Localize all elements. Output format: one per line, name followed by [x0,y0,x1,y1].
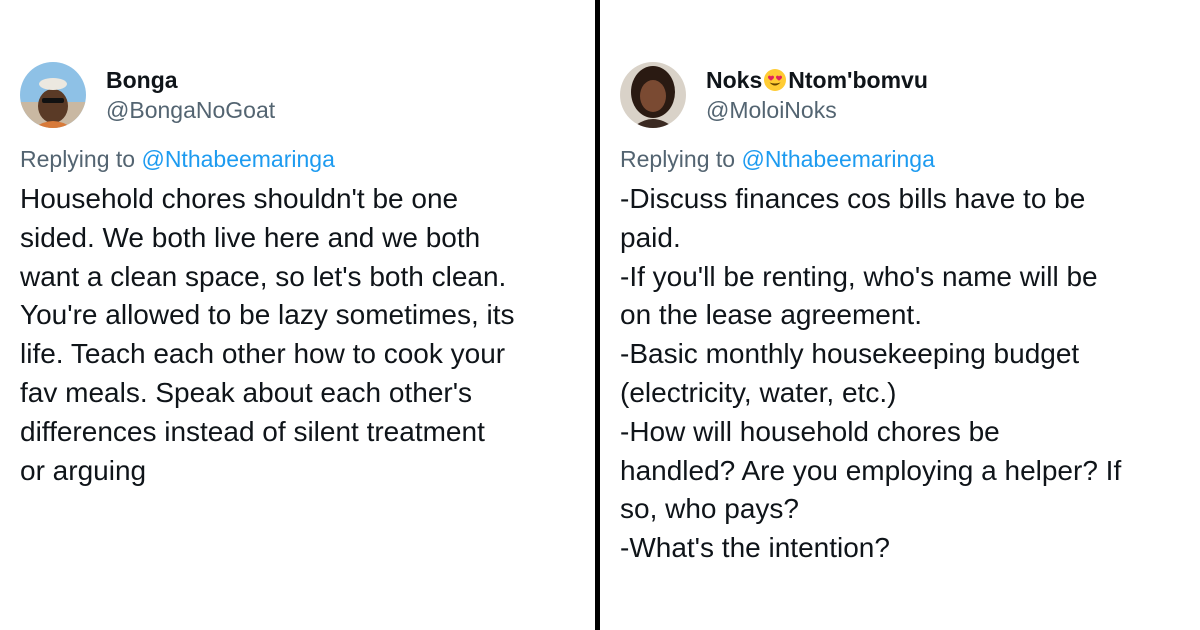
display-name[interactable]: Bonga [106,66,275,94]
tweet-text-line: (electricity, water, etc.) [620,376,897,408]
tweet-text-line: on the lease agreement. [620,299,922,331]
tweet-text-line: sided. We both live here and we both [20,221,481,253]
author-names: Noks Ntom'bomvu @MoloiNoks [706,66,928,124]
avatar[interactable] [620,62,686,128]
display-name-part: Ntom'bomvu [788,67,928,93]
user-handle[interactable]: @MoloiNoks [706,96,928,124]
tweet-text: -Discuss finances cos bills have to be p… [620,180,1185,568]
tweet-text-line: -If you'll be renting, who's name will b… [620,260,1098,292]
tweet-text-line: handled? Are you employing a helper? If [620,454,1122,486]
tweet-card-noks: Noks Ntom'bomvu @MoloiNoks Replying to @… [600,0,1200,630]
tweet-text-line: paid. [620,221,681,253]
display-name[interactable]: Noks Ntom'bomvu [706,66,928,94]
tweet-header: Noks Ntom'bomvu @MoloiNoks [620,62,1200,128]
display-name-part: Noks [706,67,763,93]
reply-mention-link[interactable]: @Nthabeemaringa [141,146,334,172]
replying-to: Replying to @Nthabeemaringa [20,144,596,174]
tweet-text-line: -Discuss finances cos bills have to be [620,183,1086,214]
avatar[interactable] [20,62,86,128]
tweet-text-line: so, who pays? [620,493,799,525]
tweet-text-line: -Basic monthly housekeeping budget [620,338,1080,370]
author-names: Bonga @BongaNoGoat [106,66,275,124]
replying-to: Replying to @Nthabeemaringa [620,144,1200,174]
avatar-image [20,62,86,128]
heart-eyes-emoji-icon [764,69,787,91]
tweet-text-line: life. Teach each other how to cook your [20,338,506,370]
user-handle[interactable]: @BongaNoGoat [106,96,275,124]
tweet-text-line: or arguing [20,454,147,486]
tweet-text-line: You're allowed to be lazy sometimes, its [20,299,515,331]
tweet-text-line: -How will household chores be [620,415,1000,447]
tweet-text: Household chores shouldn't be one sided.… [20,180,580,490]
tweet-text-line: -What's the intention? [620,532,890,564]
tweet-text-line: want a clean space, so let's both clean. [20,260,507,292]
tweet-card-bonga: Bonga @BongaNoGoat Replying to @Nthabeem… [0,0,596,630]
tweet-text-line: differences instead of silent treatment [20,415,485,447]
tweet-header: Bonga @BongaNoGoat [20,62,596,128]
replying-to-label: Replying to [20,146,136,172]
tweet-text-line: Household chores shouldn't be one [20,183,459,214]
reply-mention-link[interactable]: @Nthabeemaringa [741,146,934,172]
avatar-image [620,62,686,128]
replying-to-label: Replying to [620,146,736,172]
tweet-text-line: fav meals. Speak about each other's [20,376,473,408]
